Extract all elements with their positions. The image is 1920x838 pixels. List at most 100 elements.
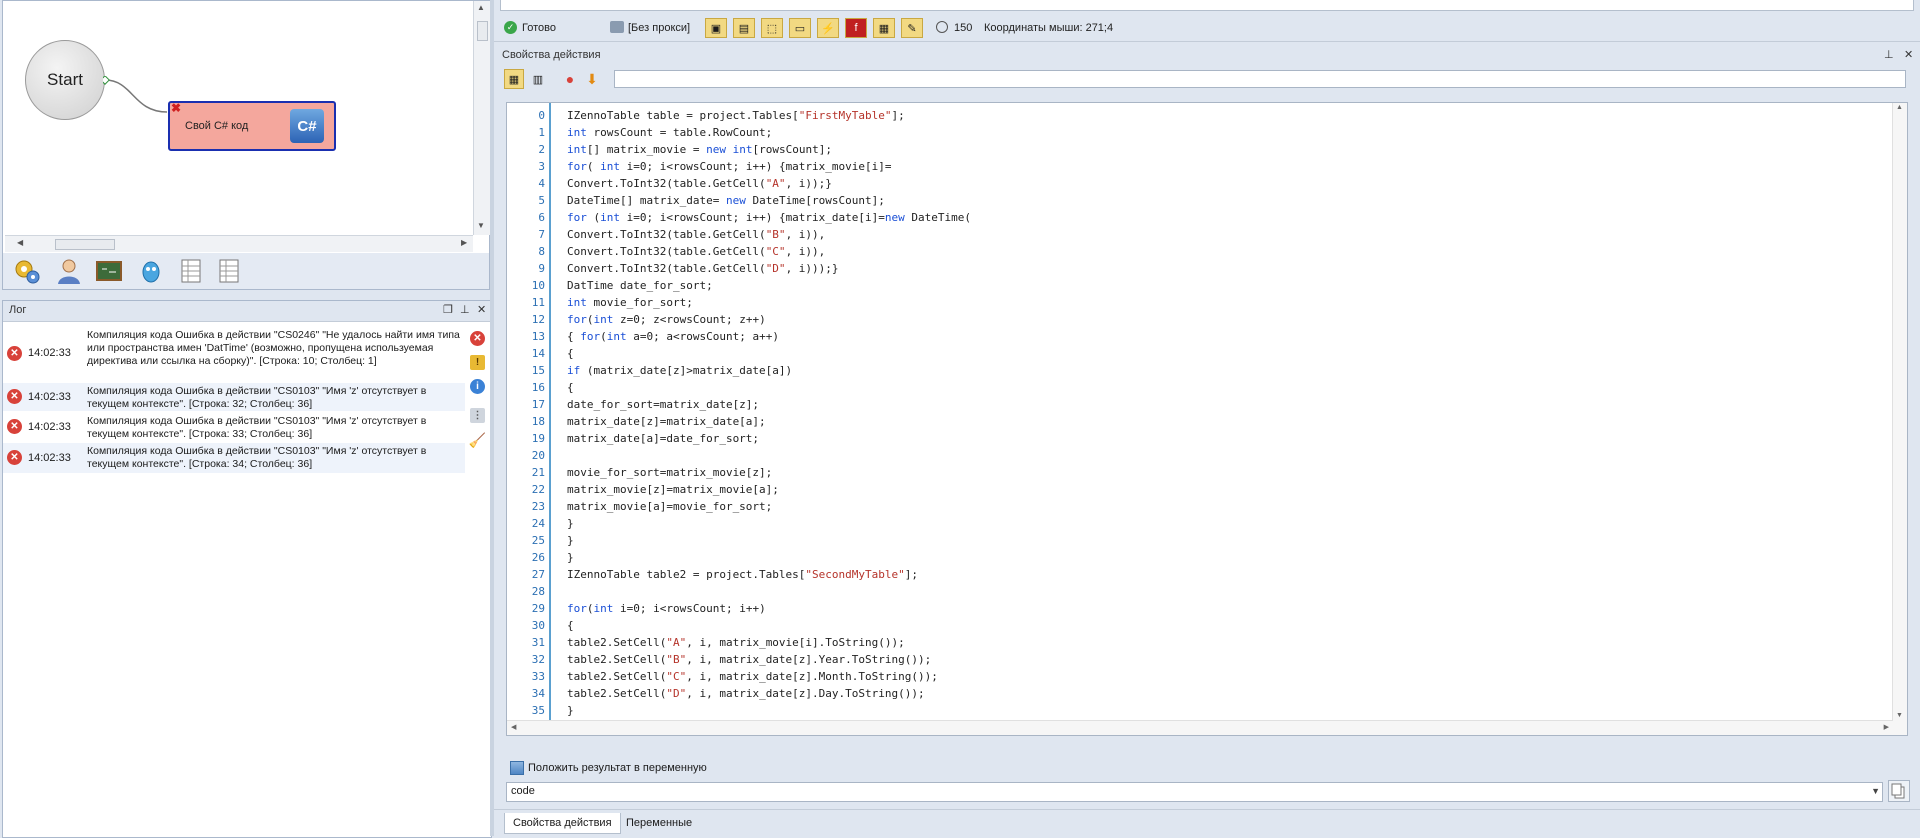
start-node[interactable]: Start <box>25 40 105 120</box>
variable-select[interactable]: code ▼ <box>506 782 1883 802</box>
result-to-variable-row[interactable]: Положить результат в переменную <box>506 758 1006 778</box>
clear-log-icon[interactable]: 🧹 <box>469 432 486 448</box>
canvas-vertical-scrollbar[interactable]: ▲ ▼ <box>473 1 490 235</box>
line-number: 15 <box>531 364 545 377</box>
code-line: } <box>567 551 574 564</box>
settings-window-icon[interactable]: ▦ <box>873 18 895 38</box>
table-icon[interactable] <box>177 257 205 285</box>
panel-splitter[interactable] <box>490 0 494 836</box>
scroll-up-icon[interactable]: ▲ <box>477 3 485 12</box>
scroll-left-icon[interactable]: ◀ <box>511 723 516 731</box>
line-number-gutter: 0 1 2 3 4 5 6 7 8 9 10 11 12 13 14 15 16 17 18 19 20 21 22 23 24… <box>507 103 551 735</box>
flash-icon[interactable]: f <box>845 18 867 38</box>
tab-variables[interactable]: Переменные <box>618 813 700 833</box>
brush-icon[interactable]: ✎ <box>901 18 923 38</box>
code-line: Convert.ToInt32(table.GetCell("C", i)), <box>567 245 826 258</box>
editor-horizontal-scrollbar[interactable]: ◀ ▶ <box>507 720 1893 735</box>
csharp-code-node[interactable]: ✖ Свой C# код C# <box>168 101 336 151</box>
code-line: table2.SetCell("A", i, matrix_movie[i].T… <box>567 636 905 649</box>
code-line: IZennoTable table = project.Tables["Firs… <box>567 109 905 122</box>
result-to-variable-label: Положить результат в переменную <box>528 762 707 774</box>
copy-icon <box>1891 783 1905 799</box>
scroll-right-icon[interactable]: ▶ <box>461 238 467 247</box>
log-header: Лог ❐ ⊥ ✕ <box>3 301 491 322</box>
error-icon: ✕ <box>7 346 22 361</box>
code-line: for(int z=0; z<rowsCount; z++) <box>567 313 766 326</box>
capture-icon[interactable]: ⬚ <box>761 18 783 38</box>
status-bar: ✓ Готово [Без прокси] ▣ ▤ ⬚ ▭ ⚡ f ▦ ✎ 15… <box>494 15 1920 42</box>
gears-icon[interactable] <box>13 257 41 285</box>
line-number: 1 <box>538 126 545 139</box>
result-checkbox[interactable] <box>510 761 524 775</box>
filter-warnings-icon[interactable]: ! <box>470 355 485 370</box>
stop-icon[interactable]: ● <box>560 69 580 89</box>
code-line: for(int i=0; i<rowsCount; i++) <box>567 602 766 615</box>
robot-icon[interactable] <box>137 257 165 285</box>
scroll-thumb[interactable] <box>55 239 115 250</box>
top-input[interactable] <box>500 0 1914 11</box>
code-line: int rowsCount = table.RowCount; <box>567 126 773 139</box>
code-line: matrix_movie[z]=matrix_movie[a]; <box>567 483 779 496</box>
log-entry[interactable]: ✕ 14:02:33 Компиляция кода Ошибка в дейс… <box>3 443 465 473</box>
code-line: table2.SetCell("C", i, matrix_date[z].Mo… <box>567 670 938 683</box>
properties-filter-input[interactable] <box>614 70 1906 88</box>
filter-errors-icon[interactable]: ✕ <box>470 331 485 346</box>
line-number: 22 <box>531 483 545 496</box>
pin-icon[interactable]: ⊥ <box>1884 48 1894 61</box>
scroll-up-icon[interactable]: ▲ <box>1896 104 1903 111</box>
line-number: 10 <box>531 279 545 292</box>
chalkboard-icon[interactable] <box>95 257 123 285</box>
line-number: 13 <box>531 330 545 343</box>
copy-button[interactable] <box>1888 780 1910 802</box>
canvas-horizontal-scrollbar[interactable]: ◀ ▶ <box>5 235 473 252</box>
close-icon[interactable]: ✕ <box>1904 48 1913 61</box>
table-list-icon[interactable] <box>215 257 243 285</box>
line-number: 5 <box>538 194 545 207</box>
log-entry[interactable]: ✕ 14:02:33 Компиляция кода Ошибка в дейс… <box>3 413 465 441</box>
connection-line <box>103 76 168 113</box>
code-editor[interactable]: 0 1 2 3 4 5 6 7 8 9 10 11 12 13 14 15 16 17 18 19 20 21 22 23 24… <box>506 102 1908 736</box>
user-icon[interactable] <box>55 257 83 285</box>
scroll-thumb[interactable] <box>477 21 488 41</box>
window-icon[interactable]: ▤ <box>733 18 755 38</box>
filter-info-icon[interactable]: i <box>470 379 485 394</box>
image-icon[interactable]: ▭ <box>789 18 811 38</box>
start-node-label: Start <box>47 70 83 89</box>
ready-check-icon: ✓ <box>504 21 517 34</box>
status-proxy[interactable]: [Без прокси] <box>628 22 690 34</box>
editor-vertical-scrollbar[interactable]: ▲ ▼ <box>1892 103 1907 735</box>
line-number: 8 <box>538 245 545 258</box>
code-line: DatTime date_for_sort; <box>567 279 713 292</box>
view-properties-icon[interactable]: ▦ <box>504 69 524 89</box>
edit-icon[interactable]: ▥ <box>528 69 548 89</box>
scroll-down-icon[interactable]: ▼ <box>1896 712 1903 719</box>
line-number: 4 <box>538 177 545 190</box>
code-line: IZennoTable table2 = project.Tables["Sec… <box>567 568 919 581</box>
code-line: for( int i=0; i<rowsCount; i++) {matrix_… <box>567 160 892 173</box>
scroll-right-icon[interactable]: ▶ <box>1884 723 1889 731</box>
line-number: 30 <box>531 619 545 632</box>
variable-value: code <box>511 785 535 797</box>
line-number: 24 <box>531 517 545 530</box>
pin-icon[interactable]: ⊥ <box>460 303 470 316</box>
browser-icon[interactable]: ▣ <box>705 18 727 38</box>
restore-icon[interactable]: ❐ <box>443 303 453 316</box>
chevron-down-icon[interactable]: ▼ <box>1871 786 1880 796</box>
code-line: matrix_date[z]=matrix_date[a]; <box>567 415 766 428</box>
close-icon[interactable]: ✕ <box>477 303 486 316</box>
tab-action-properties[interactable]: Свойства действия <box>504 813 621 834</box>
project-canvas[interactable]: Start ✖ Свой C# код C# ▲ ▼ ◀ ▶ <box>2 0 490 255</box>
properties-toolbar: ▦ ▥ ● ⬇ <box>496 66 1920 92</box>
scroll-down-icon[interactable]: ▼ <box>477 221 485 230</box>
log-entry[interactable]: ✕ 14:02:33 Компиляция кода Ошибка в дейс… <box>3 383 465 411</box>
error-icon: ✕ <box>7 389 22 404</box>
log-entry[interactable]: ✕ 14:02:33 Компиляция кода Ошибка в дейс… <box>3 325 465 381</box>
code-node-label: Свой C# код <box>185 120 249 132</box>
line-number: 35 <box>531 704 545 717</box>
scroll-left-icon[interactable]: ◀ <box>17 238 23 247</box>
error-icon: ✕ <box>7 419 22 434</box>
lightning-icon[interactable]: ⚡ <box>817 18 839 38</box>
code-line: date_for_sort=matrix_date[z]; <box>567 398 760 411</box>
down-arrow-icon[interactable]: ⬇ <box>582 69 602 89</box>
line-number: 23 <box>531 500 545 513</box>
